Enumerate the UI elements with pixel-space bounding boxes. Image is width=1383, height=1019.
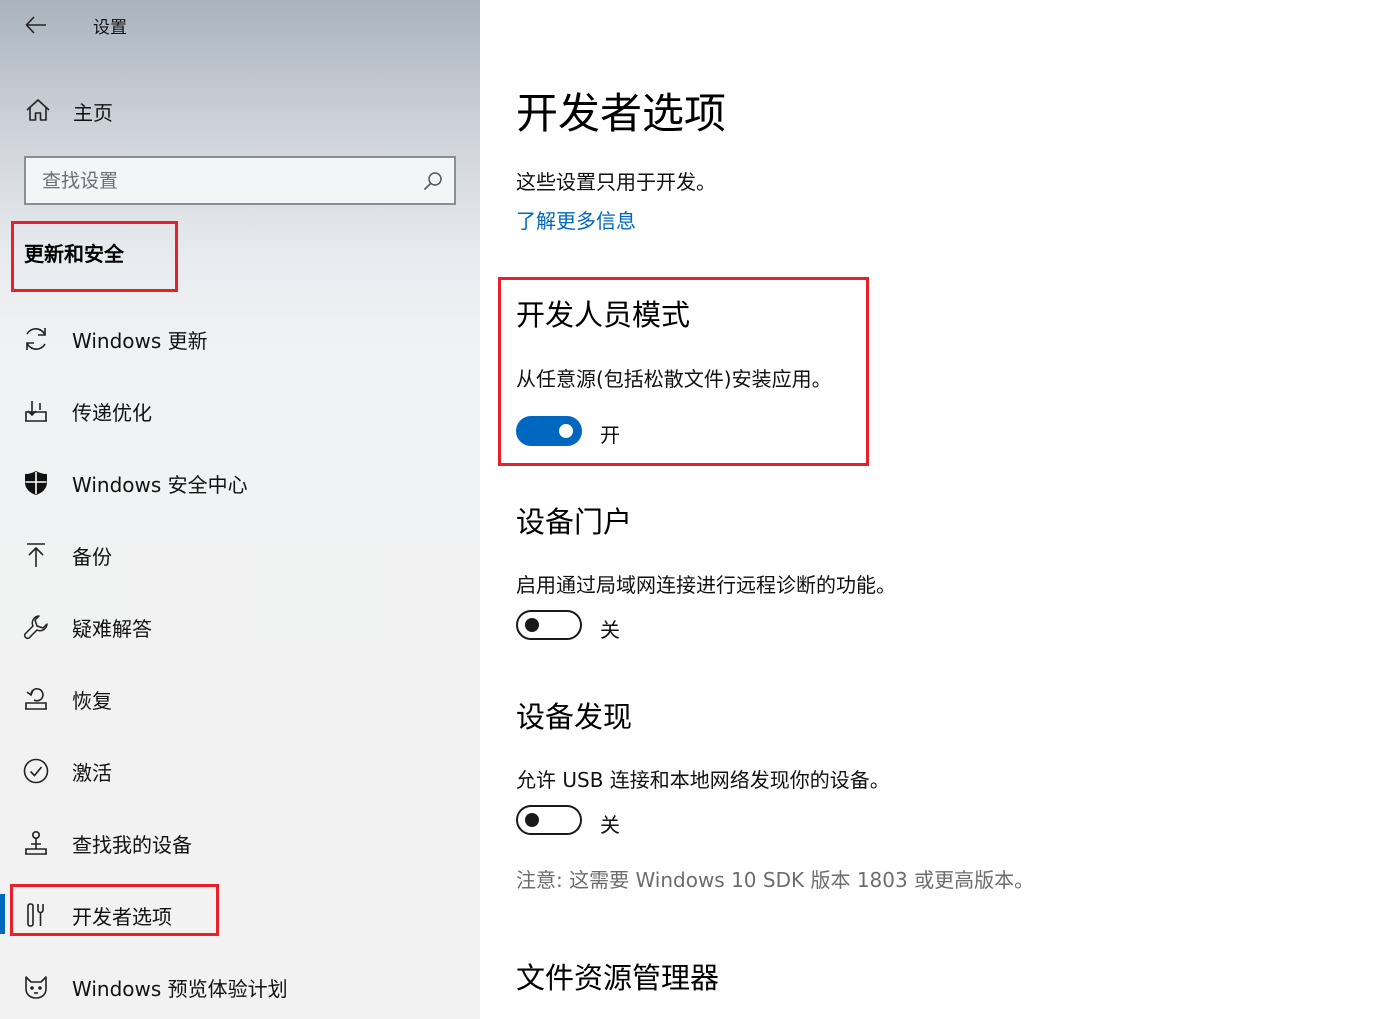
active-indicator (0, 894, 5, 934)
device-portal-state: 关 (600, 618, 620, 642)
sidebar-item-developer-options[interactable]: 开发者选项 (0, 884, 480, 944)
sidebar-item-label: 传递优化 (72, 401, 152, 425)
wrench-icon (21, 612, 51, 642)
toggle-knob (525, 618, 539, 632)
sidebar-item-activation[interactable]: 激活 (0, 740, 480, 800)
delivery-optimization-icon (21, 396, 51, 426)
sync-icon (21, 324, 51, 354)
device-discovery-state: 关 (600, 813, 620, 837)
section-heading: 更新和安全 (24, 242, 124, 266)
developer-mode-title: 开发人员模式 (516, 298, 691, 332)
insider-cat-icon (21, 972, 51, 1002)
sidebar-item-label: Windows 安全中心 (72, 473, 248, 497)
sidebar-item-home-label: 主页 (73, 101, 113, 125)
device-discovery-note: 注意: 这需要 Windows 10 SDK 版本 1803 或更高版本。 (516, 868, 1035, 892)
back-arrow-icon (25, 16, 46, 34)
sidebar-item-label: 查找我的设备 (72, 833, 192, 857)
sidebar-item-label: 疑难解答 (72, 617, 152, 641)
device-portal-toggle[interactable] (516, 610, 582, 640)
search-box (24, 156, 456, 205)
main-content: 开发者选项 这些设置只用于开发。 了解更多信息 开发人员模式 从任意源(包括松散… (480, 0, 1383, 1019)
sidebar-item-find-my-device[interactable]: 查找我的设备 (0, 812, 480, 872)
home-icon (24, 96, 52, 124)
title-bar: 设置 (0, 0, 480, 50)
device-discovery-description: 允许 USB 连接和本地网络发现你的设备。 (516, 768, 890, 792)
sidebar-item-home[interactable]: 主页 (0, 88, 480, 132)
device-portal-title: 设备门户 (516, 505, 633, 539)
sidebar: 设置 主页 更新和安全 Windows 更新 (0, 0, 480, 1019)
sidebar-item-label: Windows 更新 (72, 329, 208, 353)
developer-mode-toggle[interactable] (516, 416, 582, 446)
learn-more-link[interactable]: 了解更多信息 (516, 205, 636, 234)
device-discovery-title: 设备发现 (516, 700, 633, 734)
sidebar-item-label: 备份 (72, 545, 112, 569)
search-input[interactable] (26, 158, 406, 203)
app-title: 设置 (93, 18, 127, 38)
device-portal-description: 启用通过局域网连接进行远程诊断的功能。 (516, 573, 896, 597)
sidebar-item-label: 开发者选项 (72, 905, 172, 929)
sidebar-item-recovery[interactable]: 恢复 (0, 668, 480, 728)
shield-icon (21, 468, 51, 498)
sidebar-item-windows-update[interactable]: Windows 更新 (0, 308, 480, 368)
sidebar-item-label: 恢复 (72, 689, 112, 713)
device-discovery-toggle[interactable] (516, 805, 582, 835)
sidebar-item-windows-insider[interactable]: Windows 预览体验计划 (0, 956, 480, 1016)
sidebar-item-label: Windows 预览体验计划 (72, 977, 288, 1001)
developer-mode-state: 开 (600, 423, 620, 447)
page-description: 这些设置只用于开发。 (516, 170, 716, 194)
search-icon[interactable] (422, 170, 444, 192)
find-device-icon (21, 828, 51, 858)
back-button[interactable] (22, 12, 50, 38)
toggle-knob (525, 813, 539, 827)
page-title: 开发者选项 (516, 89, 727, 138)
backup-arrow-icon (21, 540, 51, 570)
toggle-knob (559, 424, 573, 438)
sidebar-item-troubleshoot[interactable]: 疑难解答 (0, 596, 480, 656)
sidebar-item-label: 激活 (72, 761, 112, 785)
developer-mode-description: 从任意源(包括松散文件)安装应用。 (516, 367, 832, 391)
developer-tools-icon (21, 900, 51, 930)
sidebar-item-delivery-optimization[interactable]: 传递优化 (0, 380, 480, 440)
file-explorer-title: 文件资源管理器 (516, 961, 720, 995)
recovery-icon (21, 684, 51, 714)
sidebar-item-windows-security[interactable]: Windows 安全中心 (0, 452, 480, 512)
check-circle-icon (21, 756, 51, 786)
sidebar-item-backup[interactable]: 备份 (0, 524, 480, 584)
